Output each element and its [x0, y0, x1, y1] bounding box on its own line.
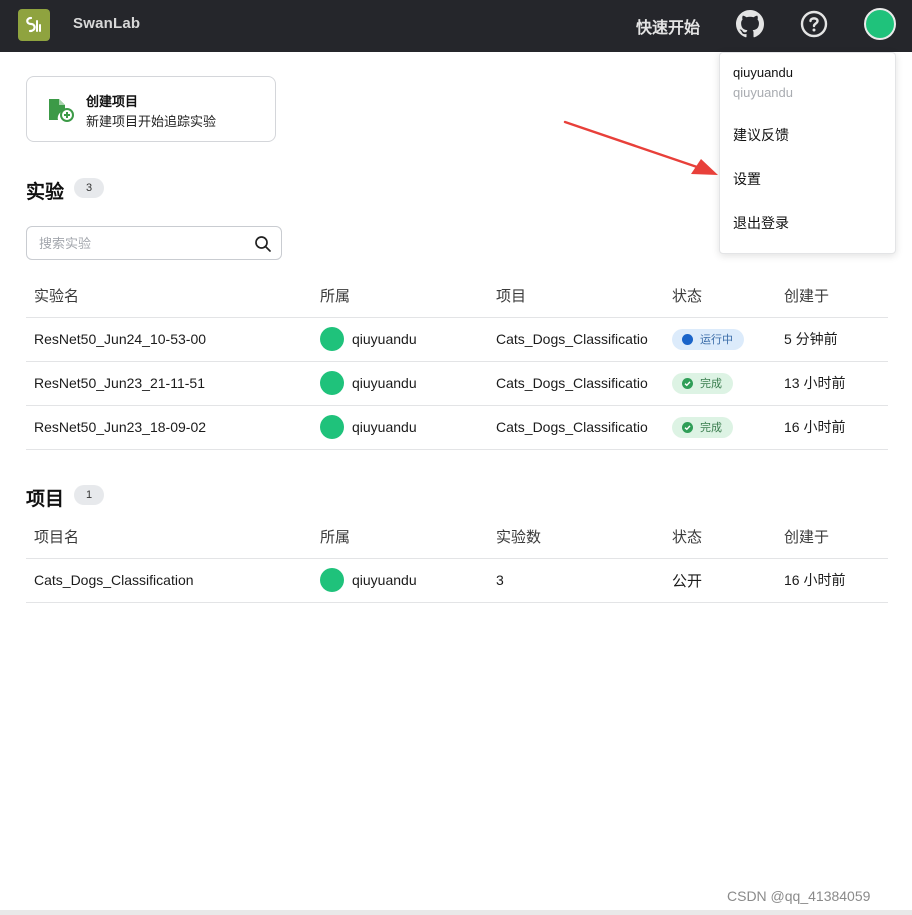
table-header-row: 项目名 所属 实验数 状态 创建于	[26, 516, 888, 559]
status-cell: 运行中	[664, 317, 776, 362]
column-header: 状态	[664, 275, 776, 318]
projects-heading: 项目	[26, 489, 65, 510]
status-cell: 完成	[664, 361, 776, 406]
status-badge: 完成	[672, 372, 733, 394]
status-cell: 完成	[664, 405, 776, 450]
owner-link[interactable]: qiuyuandu	[352, 331, 417, 347]
watermark: CSDN @qq_41384059	[727, 888, 871, 904]
menu-item-logout[interactable]: 退出登录	[720, 207, 895, 239]
menu-item-feedback[interactable]: 建议反馈	[720, 119, 895, 151]
table-header-row: 实验名 所属 项目 状态 创建于	[26, 275, 888, 318]
projects-table: 项目名 所属 实验数 状态 创建于 Cats_Dogs_Classificati…	[26, 516, 888, 603]
dropdown-user-subtitle: qiuyuandu	[733, 85, 793, 100]
owner-cell: qiuyuandu	[312, 558, 488, 603]
avatar	[320, 568, 344, 592]
dropdown-username: qiuyuandu	[733, 65, 793, 80]
visibility-cell: 公开	[664, 558, 776, 603]
avatar	[320, 371, 344, 395]
status-badge: 运行中	[672, 328, 744, 350]
experiments-table: 实验名 所属 项目 状态 创建于 ResNet50_Jun24_10-53-00…	[26, 275, 888, 450]
column-header: 所属	[312, 275, 488, 318]
project-link[interactable]: Cats_Dogs_Classificatio	[488, 405, 664, 450]
menu-item-settings[interactable]: 设置	[720, 163, 895, 195]
column-header: 项目名	[26, 516, 312, 559]
project-link[interactable]: Cats_Dogs_Classificatio	[488, 361, 664, 406]
experiment-search	[26, 226, 282, 260]
owner-link[interactable]: qiuyuandu	[352, 419, 417, 435]
github-icon[interactable]	[736, 10, 764, 38]
owner-link[interactable]: qiuyuandu	[352, 572, 417, 588]
status-text: 完成	[700, 378, 722, 390]
created-cell: 13 小时前	[776, 361, 888, 406]
brand-name[interactable]: SwanLab	[73, 15, 140, 32]
status-text: 运行中	[700, 334, 733, 346]
swanlab-logo-icon[interactable]	[18, 9, 50, 41]
quickstart-link[interactable]: 快速开始	[636, 14, 700, 38]
status-text: 完成	[700, 422, 722, 434]
check-circle-icon	[682, 377, 693, 389]
experiment-count-cell: 3	[488, 558, 664, 603]
experiments-count-badge: 3	[74, 178, 104, 198]
owner-cell: qiuyuandu	[312, 317, 488, 362]
experiments-heading: 实验	[26, 182, 65, 203]
avatar	[320, 415, 344, 439]
help-icon[interactable]	[800, 10, 828, 38]
top-bar: SwanLab 快速开始	[0, 0, 912, 52]
table-row[interactable]: Cats_Dogs_Classification qiuyuandu 3 公开 …	[26, 558, 888, 603]
owner-cell: qiuyuandu	[312, 405, 488, 450]
create-project-title: 创建项目	[86, 94, 139, 109]
owner-cell: qiuyuandu	[312, 361, 488, 406]
created-cell: 5 分钟前	[776, 317, 888, 362]
table-row[interactable]: ResNet50_Jun23_21-11-51 qiuyuandu Cats_D…	[26, 361, 888, 406]
project-link[interactable]: Cats_Dogs_Classificatio	[488, 317, 664, 362]
experiment-name-link[interactable]: ResNet50_Jun23_21-11-51	[26, 361, 312, 406]
check-circle-icon	[682, 421, 693, 433]
avatar	[320, 327, 344, 351]
column-header: 状态	[664, 516, 776, 559]
project-name-link[interactable]: Cats_Dogs_Classification	[26, 558, 312, 603]
table-row[interactable]: ResNet50_Jun23_18-09-02 qiuyuandu Cats_D…	[26, 405, 888, 450]
created-cell: 16 小时前	[776, 405, 888, 450]
user-avatar[interactable]	[864, 8, 896, 40]
projects-count-badge: 1	[74, 485, 104, 505]
experiment-name-link[interactable]: ResNet50_Jun23_18-09-02	[26, 405, 312, 450]
table-row[interactable]: ResNet50_Jun24_10-53-00 qiuyuandu Cats_D…	[26, 317, 888, 362]
experiment-search-input[interactable]	[39, 234, 239, 252]
created-cell: 16 小时前	[776, 558, 888, 603]
page-bottom-edge	[0, 910, 912, 915]
column-header: 创建于	[776, 516, 888, 559]
arrow-annotation	[563, 120, 718, 175]
create-project-subtitle: 新建项目开始追踪实验	[86, 114, 217, 129]
owner-link[interactable]: qiuyuandu	[352, 375, 417, 391]
column-header: 所属	[312, 516, 488, 559]
create-project-card[interactable]: 创建项目 新建项目开始追踪实验	[26, 76, 276, 142]
column-header: 实验数	[488, 516, 664, 559]
column-header: 项目	[488, 275, 664, 318]
running-icon	[682, 333, 693, 345]
experiment-name-link[interactable]: ResNet50_Jun24_10-53-00	[26, 317, 312, 362]
status-badge: 完成	[672, 416, 733, 438]
search-icon[interactable]	[254, 235, 272, 258]
column-header: 创建于	[776, 275, 888, 318]
column-header: 实验名	[26, 275, 312, 318]
user-dropdown-menu: qiuyuandu qiuyuandu 建议反馈 设置 退出登录	[719, 52, 896, 254]
new-project-icon	[47, 97, 75, 128]
